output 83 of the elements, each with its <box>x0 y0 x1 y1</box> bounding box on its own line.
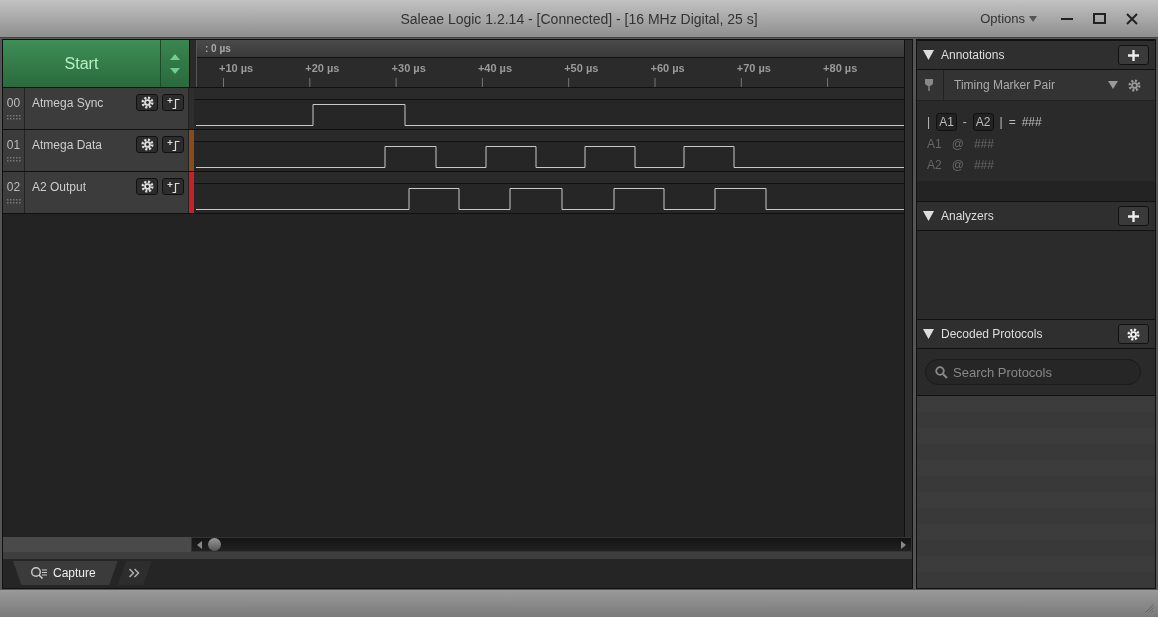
add-button[interactable] <box>1118 206 1149 226</box>
gear-icon <box>1127 327 1140 341</box>
scroll-left-icon[interactable] <box>197 540 202 549</box>
settings-icon[interactable] <box>1128 78 1141 92</box>
time-tick-label: +20 µs <box>305 62 340 74</box>
time-tick-label: +70 µs <box>736 62 771 74</box>
channel-number: 00 <box>6 96 21 110</box>
channel-name: Atmega Data <box>32 138 104 152</box>
collapse-icon[interactable] <box>923 329 934 339</box>
at-sign: @ <box>951 157 964 172</box>
marker-tag[interactable]: A1 <box>936 113 957 131</box>
plus-edge-icon <box>166 96 180 109</box>
at-sign: @ <box>951 136 964 151</box>
channel-label[interactable]: 00 Atmega Sync <box>3 88 189 129</box>
plus-icon <box>1128 210 1139 222</box>
channel-label[interactable]: 02 A2 Output <box>3 172 189 213</box>
time-tick-label: +30 µs <box>391 62 426 74</box>
panel-title: Analyzers <box>941 209 995 223</box>
maximize-icon[interactable] <box>1093 13 1106 24</box>
channel-label[interactable]: 01 Atmega Data <box>3 130 189 171</box>
search-list-icon <box>31 566 48 580</box>
minimize-icon[interactable] <box>1061 17 1073 20</box>
marker-name: A2 <box>927 157 942 172</box>
drag-handle-icon[interactable] <box>6 199 21 204</box>
time-tick-label: +50 µs <box>564 62 599 74</box>
time-tick-label: +60 µs <box>650 62 685 74</box>
marker-name: A1 <box>927 136 942 151</box>
close-icon[interactable] <box>1126 12 1138 25</box>
dropdown-arrow-icon[interactable] <box>1108 81 1118 89</box>
marker-value: ### <box>973 157 994 172</box>
channel-name: Atmega Sync <box>32 96 105 110</box>
time-tick-label: +40 µs <box>477 62 513 74</box>
marker-value: ### <box>973 136 994 151</box>
gear-icon <box>140 96 154 109</box>
timeline-origin: : 0 µs <box>205 43 231 54</box>
marker-tag[interactable]: A2 <box>972 113 994 131</box>
scroll-thumb[interactable] <box>208 538 221 551</box>
plus-edge-icon <box>166 180 180 193</box>
add-trigger-button[interactable] <box>162 136 184 153</box>
gear-icon <box>140 180 154 193</box>
resize-grip-icon[interactable] <box>1145 604 1154 613</box>
channel-name: A2 Output <box>32 180 88 194</box>
horizontal-scrollbar[interactable] <box>191 537 912 552</box>
pipe-symbol: | <box>999 115 1003 129</box>
plus-icon <box>1128 49 1139 61</box>
panel-title: Annotations <box>941 48 1006 62</box>
channel-number: 01 <box>6 138 21 152</box>
drag-handle-icon[interactable] <box>6 115 21 120</box>
plus-edge-icon <box>166 138 180 151</box>
search-field[interactable]: Search Protocols <box>925 359 1141 385</box>
add-trigger-button[interactable] <box>162 94 184 111</box>
collapse-icon[interactable] <box>923 50 934 60</box>
time-tick-label: +10 µs <box>219 62 254 74</box>
window-title: Saleae Logic 1.2.14 - [Connected] - [16 MHz Digital, 25 s] <box>400 10 758 27</box>
channel-number: 02 <box>6 180 21 194</box>
add-button[interactable] <box>1118 45 1149 65</box>
search-icon <box>935 366 948 379</box>
channel-settings-button[interactable] <box>136 178 158 195</box>
channel-settings-button[interactable] <box>136 136 158 153</box>
settings-button[interactable] <box>1118 324 1149 344</box>
minus-sign: - <box>962 115 967 129</box>
up-down-arrows-icon <box>170 53 180 74</box>
panel-title: Decoded Protocols <box>941 327 1044 341</box>
gear-icon <box>140 138 154 151</box>
more-tabs-button[interactable] <box>117 561 152 585</box>
channel-settings-button[interactable] <box>136 94 158 111</box>
marker-pin-icon <box>925 79 933 91</box>
drag-handle-icon[interactable] <box>6 157 21 162</box>
capture-tab[interactable]: Capture <box>13 561 118 585</box>
vertical-scrollbar[interactable] <box>904 40 912 537</box>
start-button[interactable]: Start <box>3 40 161 87</box>
splitter-handle[interactable] <box>189 40 197 87</box>
options-menu[interactable]: Options <box>980 11 1037 26</box>
scroll-right-icon[interactable] <box>901 540 906 549</box>
pipe-symbol: | <box>927 115 931 129</box>
double-chevron-icon <box>129 568 141 578</box>
time-tick-label: +80 µs <box>823 62 858 74</box>
collapse-icon[interactable] <box>923 211 934 221</box>
capture-options-button[interactable] <box>161 40 189 87</box>
add-trigger-button[interactable] <box>162 178 184 195</box>
equals-sign: = <box>1008 115 1016 129</box>
measurement-value: ### <box>1021 115 1042 129</box>
caret-icon <box>1029 15 1037 22</box>
